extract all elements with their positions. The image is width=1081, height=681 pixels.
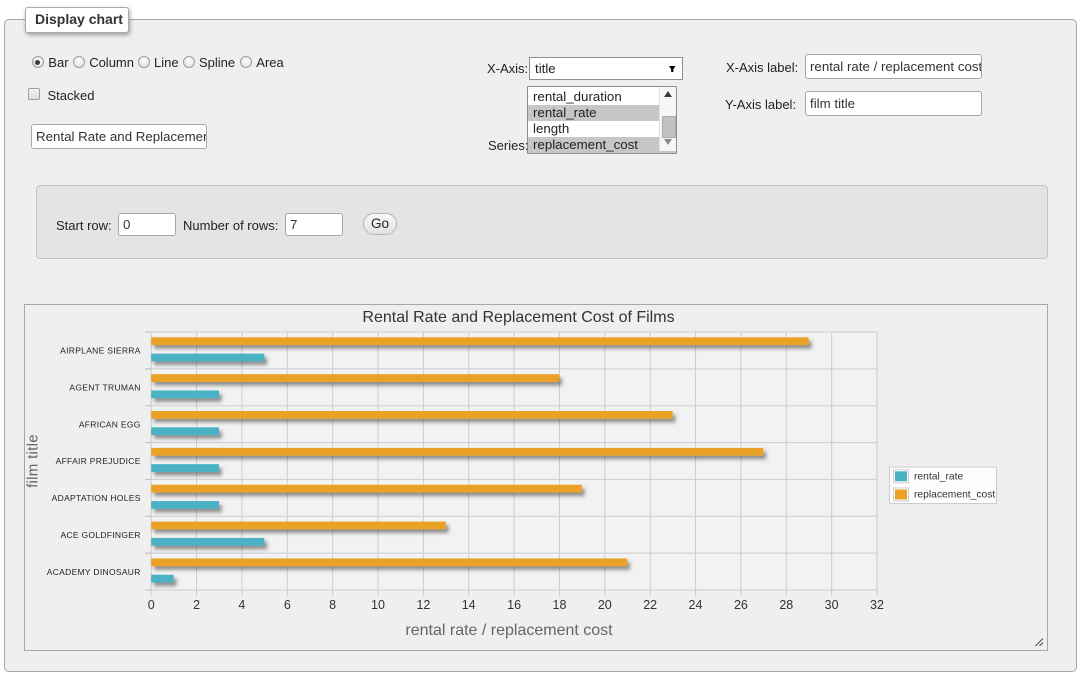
svg-text:18: 18 (553, 598, 567, 612)
svg-text:AFFAIR PREJUDICE: AFFAIR PREJUDICE (56, 456, 141, 466)
svg-text:4: 4 (238, 598, 245, 612)
svg-text:rental_rate: rental_rate (914, 472, 964, 483)
svg-text:Rental Rate and Replacement Co: Rental Rate and Replacement Cost of Film… (362, 309, 674, 326)
svg-text:32: 32 (870, 598, 884, 612)
svg-text:22: 22 (643, 598, 657, 612)
svg-text:6: 6 (284, 598, 291, 612)
svg-text:20: 20 (598, 598, 612, 612)
svg-text:30: 30 (825, 598, 839, 612)
svg-text:AGENT TRUMAN: AGENT TRUMAN (69, 382, 140, 392)
svg-text:14: 14 (462, 598, 476, 612)
svg-text:film title: film title (25, 434, 42, 488)
svg-text:ACADEMY DINOSAUR: ACADEMY DINOSAUR (47, 567, 141, 577)
svg-text:0: 0 (148, 598, 155, 612)
svg-text:12: 12 (416, 598, 430, 612)
svg-text:28: 28 (779, 598, 793, 612)
svg-text:16: 16 (507, 598, 521, 612)
svg-text:26: 26 (734, 598, 748, 612)
svg-text:24: 24 (689, 598, 703, 612)
svg-text:10: 10 (371, 598, 385, 612)
svg-text:AFRICAN EGG: AFRICAN EGG (79, 419, 141, 429)
svg-text:ACE GOLDFINGER: ACE GOLDFINGER (60, 530, 140, 540)
svg-text:8: 8 (329, 598, 336, 612)
svg-text:2: 2 (193, 598, 200, 612)
svg-text:AIRPLANE SIERRA: AIRPLANE SIERRA (60, 346, 141, 356)
svg-text:ADAPTATION HOLES: ADAPTATION HOLES (52, 493, 141, 503)
svg-text:rental rate / replacement cost: rental rate / replacement cost (405, 622, 613, 639)
svg-text:replacement_cost: replacement_cost (914, 490, 995, 501)
